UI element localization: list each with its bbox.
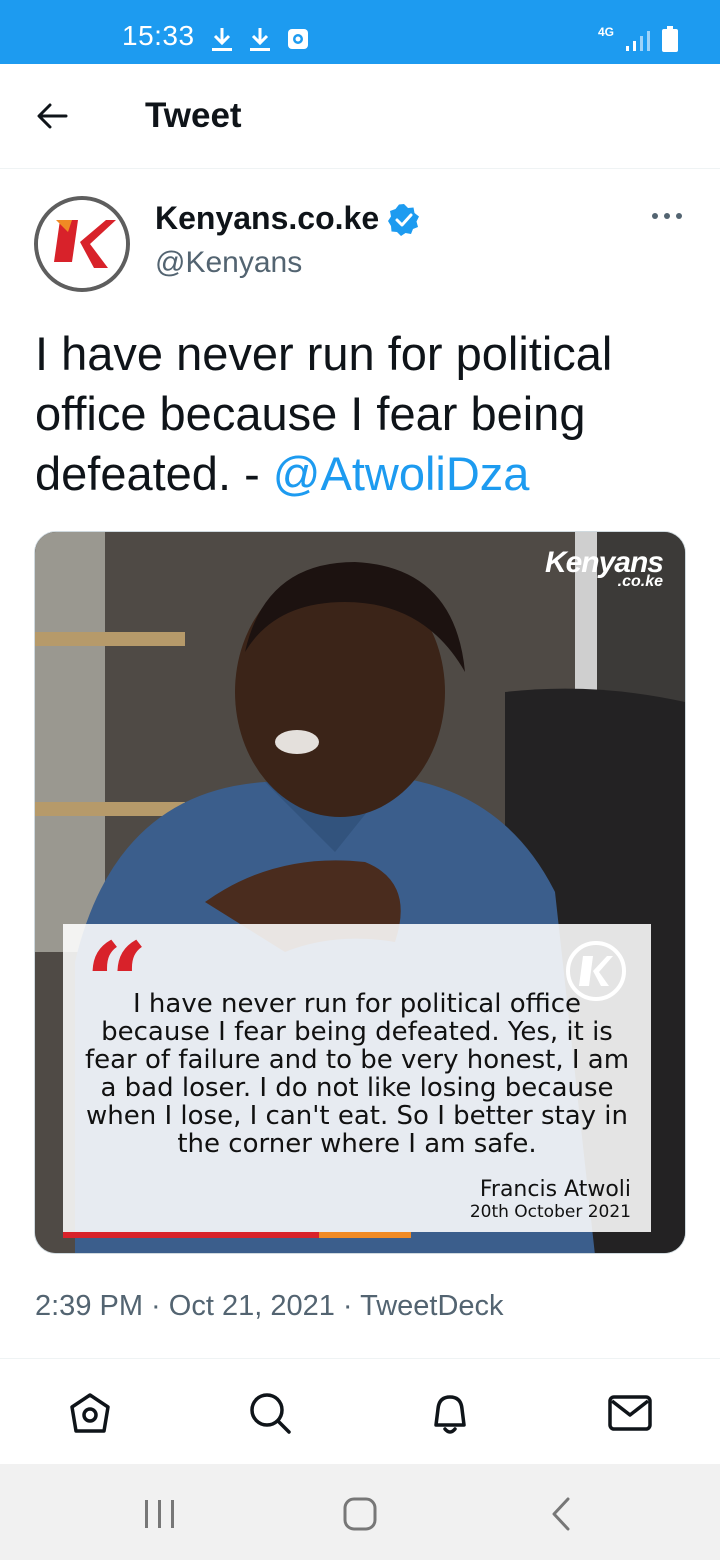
messages-icon[interactable] (606, 1389, 654, 1437)
home-icon[interactable] (66, 1389, 114, 1437)
back-chevron-icon[interactable] (542, 1494, 582, 1534)
top-app-bar: Tweet (0, 64, 720, 169)
tweet-time: 2:39 PM (35, 1290, 143, 1322)
quote-attribution-date: 20th October 2021 (469, 1202, 631, 1222)
meta-separator: · (143, 1290, 169, 1322)
meta-separator: · (334, 1290, 361, 1322)
recent-apps-icon[interactable] (140, 1494, 180, 1534)
search-icon[interactable] (246, 1389, 294, 1437)
home-button-icon[interactable] (340, 1494, 380, 1534)
tweet-media-image[interactable]: Kenyans .co.ke “ I have never run for po… (34, 531, 686, 1254)
tweet-source-link[interactable]: TweetDeck (360, 1290, 503, 1322)
more-options-icon[interactable] (650, 208, 684, 224)
accent-bar-red (63, 1232, 319, 1238)
kenyans-logo (38, 200, 126, 288)
battery-icon (662, 26, 678, 52)
notifications-icon[interactable] (426, 1389, 474, 1437)
signal-icon (626, 31, 650, 51)
system-navigation-bar (0, 1464, 720, 1560)
author-handle[interactable]: @Kenyans (155, 246, 302, 280)
screen-record-icon (288, 29, 308, 49)
status-time: 15:33 (122, 20, 195, 51)
download-icon (250, 28, 270, 51)
tweet-date: Oct 21, 2021 (168, 1290, 335, 1322)
status-bar: 15:33 4G (0, 0, 720, 64)
network-type: 4G (598, 25, 615, 39)
tweet-meta: 2:39 PM · Oct 21, 2021 · TweetDeck (35, 1290, 504, 1323)
arrow-left-icon[interactable] (36, 102, 68, 130)
quote-card: “ I have never run for political office … (63, 924, 651, 1232)
author-display-name[interactable]: Kenyans.co.ke (155, 200, 379, 237)
avatar[interactable] (34, 196, 130, 292)
quote-text: I have never run for political office be… (84, 989, 630, 1159)
mention-link[interactable]: @AtwoliDza (273, 447, 530, 500)
tweet-text: I have never run for political office be… (35, 324, 695, 504)
verified-badge-icon (388, 204, 419, 236)
page-title: Tweet (145, 96, 242, 135)
download-icon (212, 28, 232, 51)
bottom-navigation (0, 1358, 720, 1464)
media-watermark-logo: Kenyans .co.ke (544, 546, 664, 590)
quote-attribution-name: Francis Atwoli (479, 1177, 631, 1202)
accent-bar-orange (319, 1232, 411, 1238)
